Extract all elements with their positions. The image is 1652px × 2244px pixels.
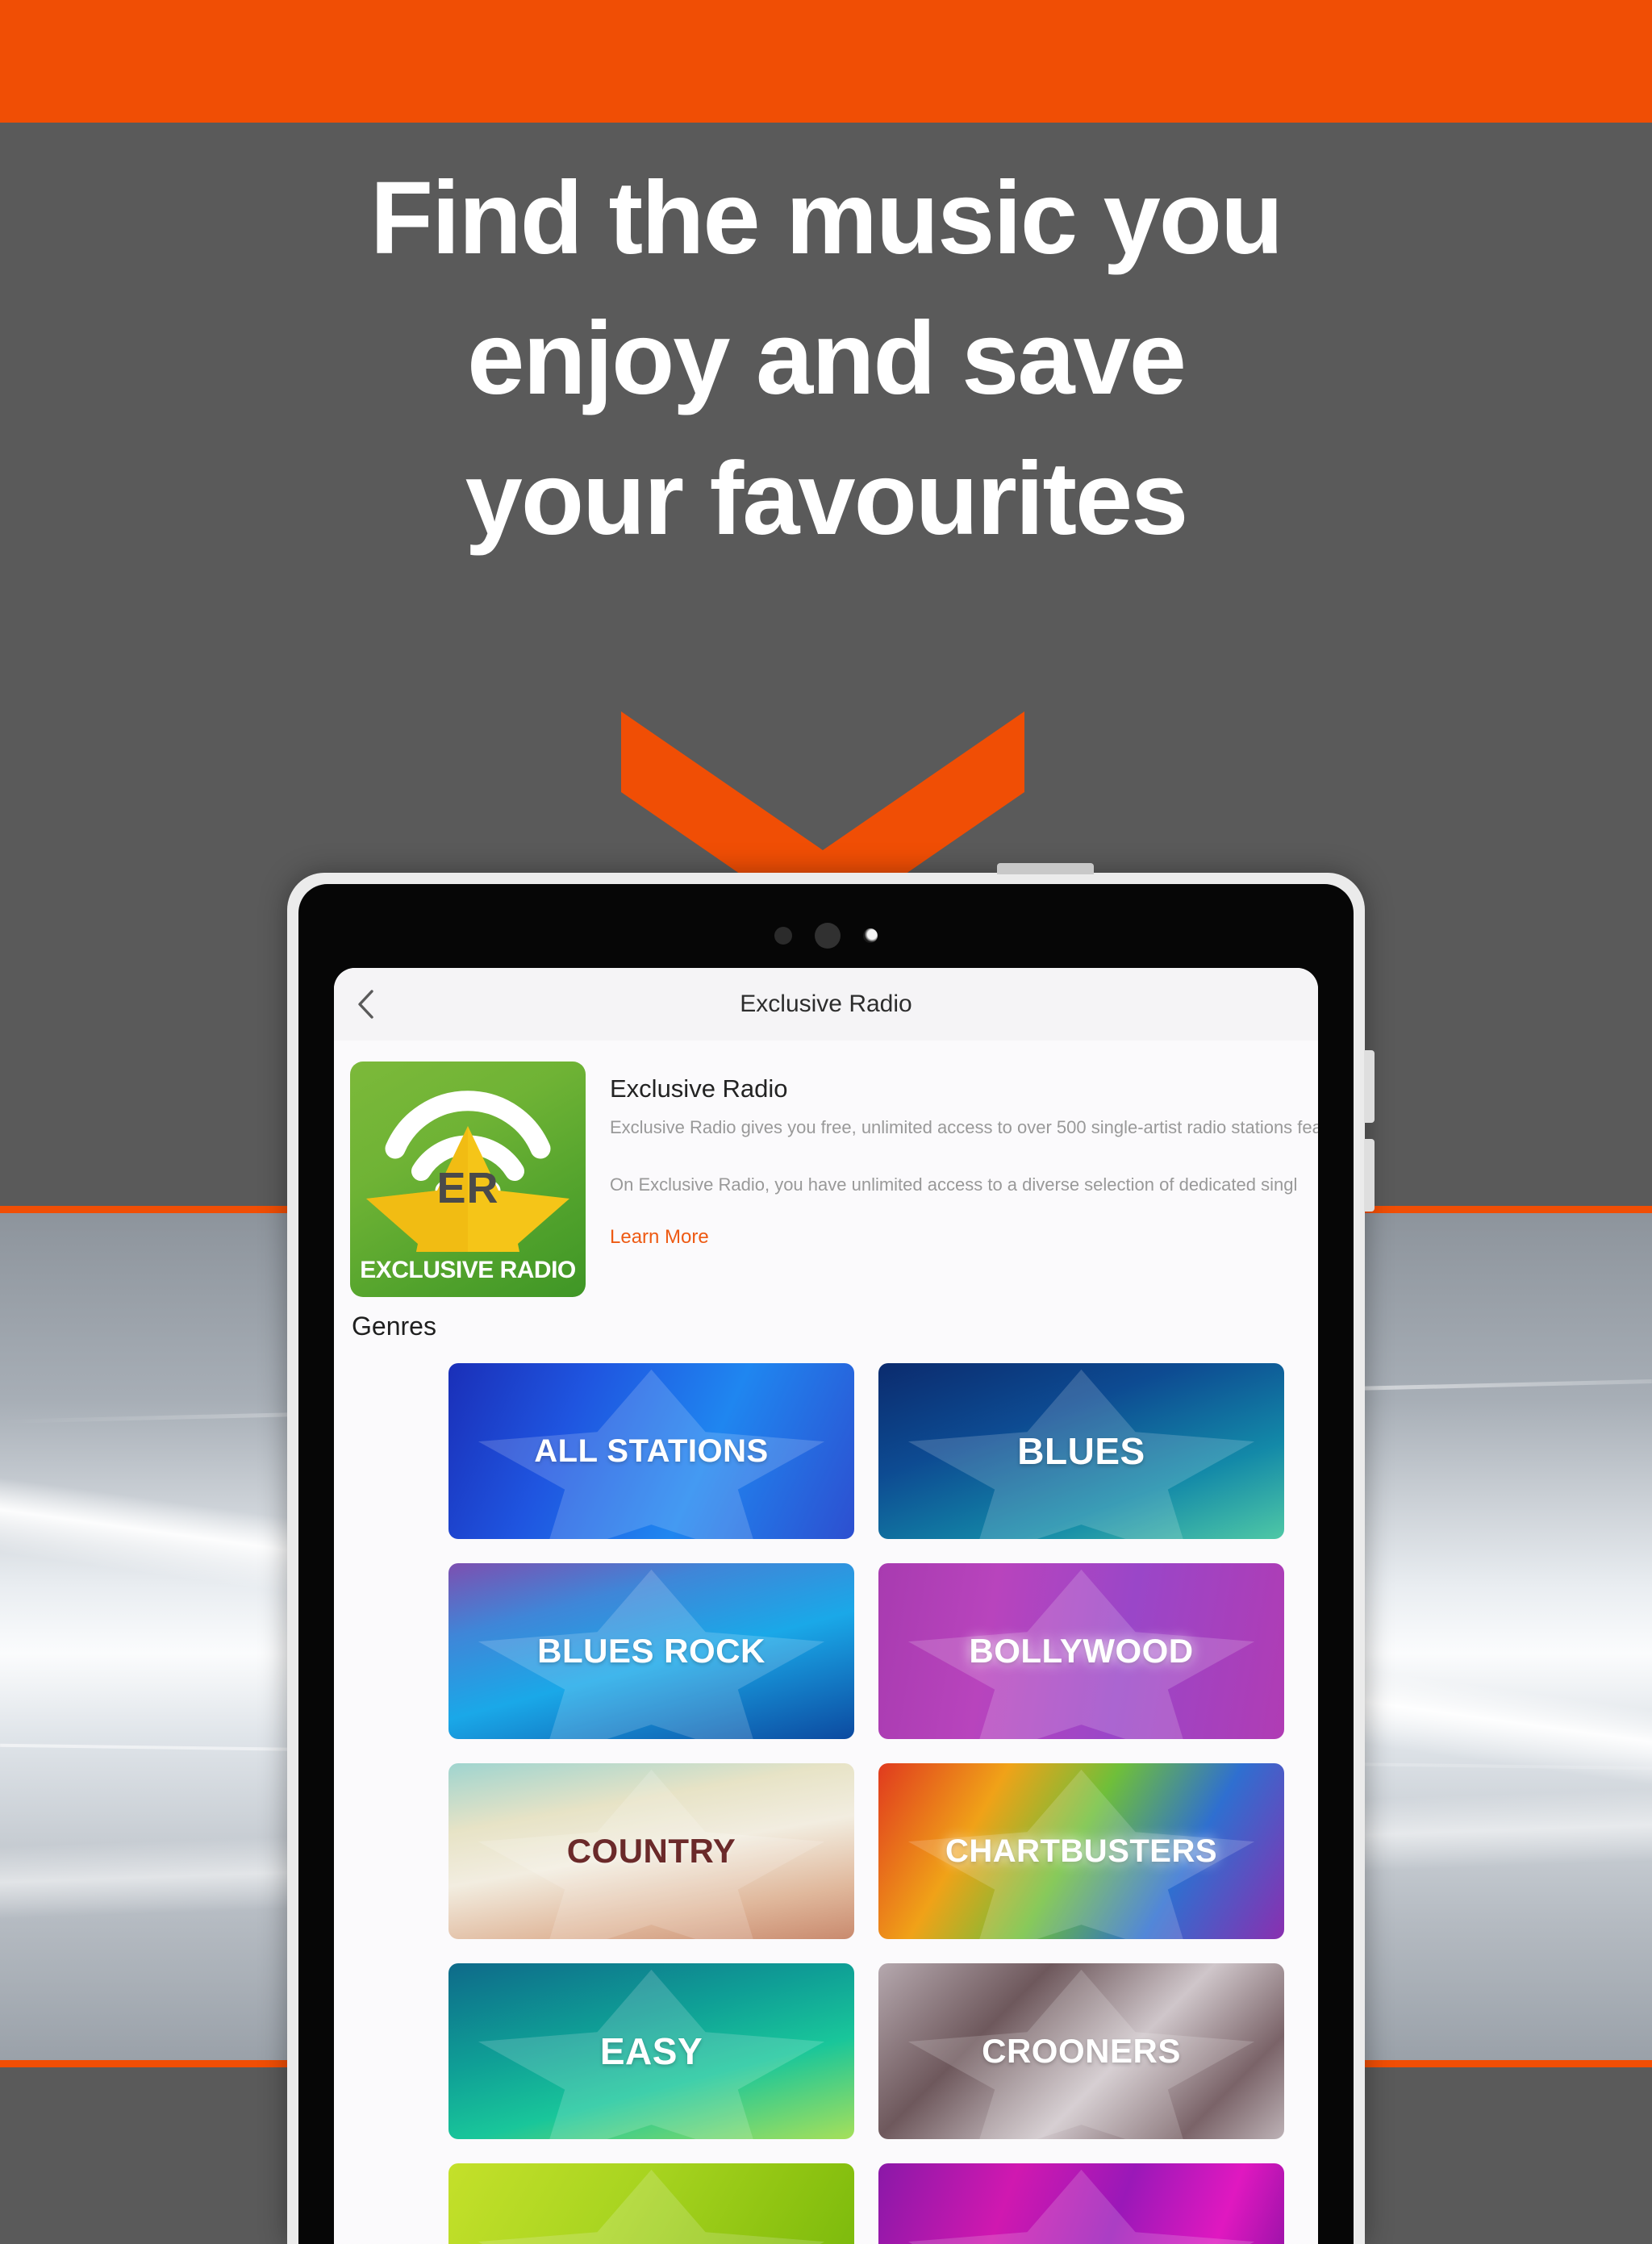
genre-tile-label: BLUES: [1017, 1430, 1145, 1472]
app-icon-monogram: ER: [436, 1164, 499, 1212]
page-title: Exclusive Radio: [740, 991, 912, 1017]
genre-tile[interactable]: COUNTRY: [448, 1763, 854, 1939]
proximity-sensor-icon: [774, 927, 792, 945]
app-icon-caption: EXCLUSIVE RADIO: [360, 1257, 576, 1283]
genre-tile[interactable]: ALL STATIONS: [448, 1363, 854, 1539]
app-info-section: ER EXCLUSIVE RADIO Exclusive Radio Exclu…: [334, 1041, 1318, 1297]
app-description-2: On Exclusive Radio, you have unlimited a…: [610, 1174, 1298, 1195]
app-description-1: Exclusive Radio gives you free, unlimite…: [610, 1117, 1318, 1137]
genre-tile[interactable]: EASY: [448, 1963, 854, 2139]
volume-down-button[interactable]: [1364, 1139, 1375, 1212]
sensor-cluster: [298, 920, 1354, 952]
top-accent-bar: [0, 0, 1652, 123]
genre-tile-label: CROONERS: [982, 2032, 1181, 2070]
headline-line-1: Find the music you: [369, 161, 1283, 276]
genre-tile-label: ALL STATIONS: [534, 1433, 769, 1469]
tablet-device: Exclusive Radio ER EXCLUSIVE RADIO Exclu…: [287, 863, 1375, 2244]
genre-tile[interactable]: BLUES ROCK: [448, 1563, 854, 1739]
volume-up-button[interactable]: [1364, 1050, 1375, 1123]
genres-heading: Genres: [352, 1312, 436, 1341]
genre-tile[interactable]: CHARTBUSTERS: [878, 1763, 1284, 1939]
genre-tile[interactable]: BLUES: [878, 1363, 1284, 1539]
navigation-bar: Exclusive Radio: [334, 968, 1318, 1041]
genre-tile[interactable]: CROONERS: [878, 1963, 1284, 2139]
genre-grid: ALL STATIONS BLUES BLUES ROCK BOLLYWOOD COUN…: [448, 1363, 1284, 2244]
headline-line-3: your favourites: [465, 441, 1189, 557]
genre-tile[interactable]: BOLLYWOOD: [878, 1563, 1284, 1739]
app-screen: Exclusive Radio ER EXCLUSIVE RADIO Exclu…: [334, 968, 1318, 2244]
power-button[interactable]: [997, 863, 1094, 874]
promo-headline: Find the music you enjoy and save your f…: [0, 148, 1652, 569]
learn-more-link[interactable]: Learn More: [610, 1226, 709, 1249]
genre-tile-label: EASY: [599, 2030, 703, 2072]
app-text-block: Exclusive Radio Exclusive Radio gives yo…: [586, 1062, 1318, 1291]
exclusive-radio-app-icon: ER EXCLUSIVE RADIO: [350, 1062, 586, 1297]
genre-tile-label: BLUES ROCK: [537, 1632, 766, 1670]
headline-line-2: enjoy and save: [467, 301, 1187, 417]
speaker-sensor-icon: [815, 923, 841, 949]
genre-tile-label: COUNTRY: [566, 1832, 736, 1870]
genre-tile[interactable]: [878, 2163, 1284, 2244]
genre-tile-label: CHARTBUSTERS: [945, 1833, 1218, 1869]
front-camera-icon: [863, 928, 878, 943]
genre-tile[interactable]: [448, 2163, 854, 2244]
tablet-bezel: Exclusive Radio ER EXCLUSIVE RADIO Exclu…: [298, 884, 1354, 2244]
genre-tile-label: BOLLYWOOD: [969, 1632, 1194, 1670]
app-title: Exclusive Radio: [610, 1074, 788, 1103]
